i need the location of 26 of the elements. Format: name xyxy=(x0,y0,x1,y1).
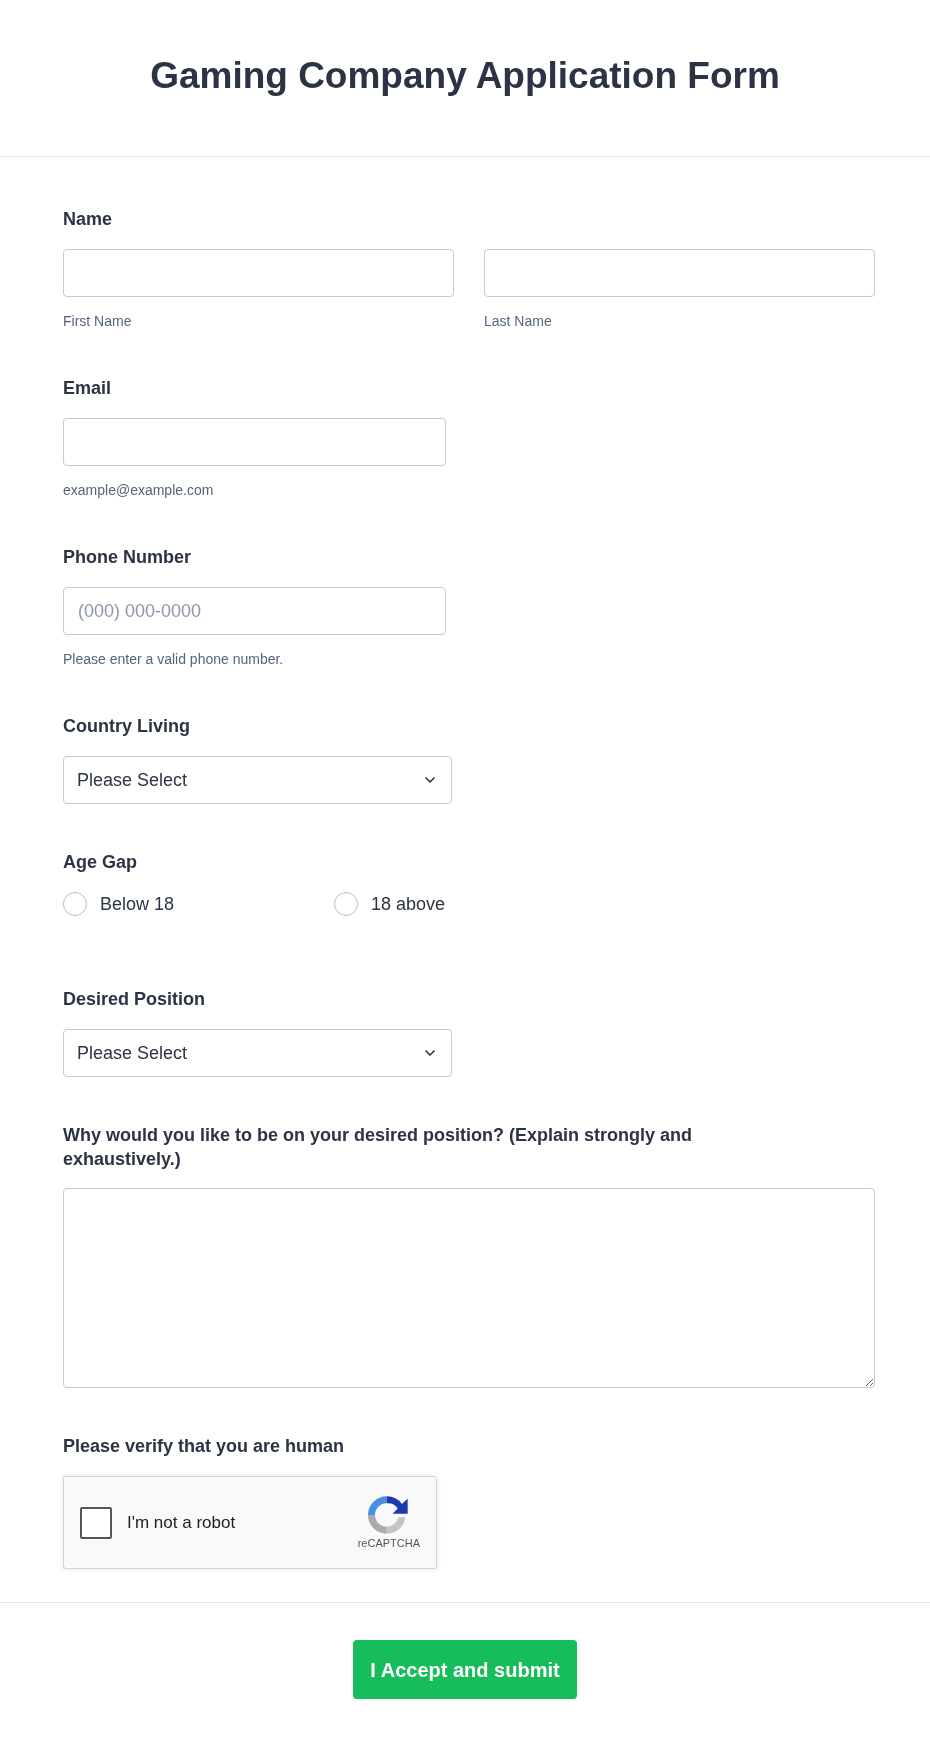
circular-arrows-icon xyxy=(367,1495,410,1534)
field-label: Desired Position xyxy=(63,988,207,1011)
field-hint: First Name xyxy=(63,312,133,330)
checkbox[interactable] xyxy=(80,1506,112,1539)
text-field[interactable]: (000) 000-0000 xyxy=(63,587,446,635)
text-field[interactable] xyxy=(484,249,875,297)
field-label: Email xyxy=(63,377,113,400)
radio-option[interactable]: Below 18 xyxy=(63,892,175,916)
dropdown[interactable]: Please Select xyxy=(63,756,452,804)
radio-option[interactable]: 18 above xyxy=(334,892,446,916)
field-label: Phone Number xyxy=(63,546,192,569)
dropdown[interactable]: Please Select xyxy=(63,1029,452,1077)
field-hint: example@example.com xyxy=(63,481,215,499)
text-field[interactable] xyxy=(63,418,446,466)
checkbox-label: I'm not a robot xyxy=(127,1511,236,1534)
field-hint: Last Name xyxy=(484,312,553,330)
text-field[interactable] xyxy=(63,249,454,297)
field-label: Name xyxy=(63,208,114,231)
textarea-field[interactable] xyxy=(63,1188,875,1388)
captcha-badge-text: reCAPTCHA xyxy=(357,1536,420,1550)
field-label: Age Gap xyxy=(63,851,138,874)
field-label: Why would you like to be on your desired position? (Explain strongly and exhaustively.) xyxy=(63,1124,694,1171)
field-label: Country Living xyxy=(63,715,191,738)
form-title: Gaming Company Application Form xyxy=(150,54,780,99)
field-hint: Please enter a valid phone number. xyxy=(63,650,285,668)
field-label: Please verify that you are human xyxy=(63,1435,346,1458)
